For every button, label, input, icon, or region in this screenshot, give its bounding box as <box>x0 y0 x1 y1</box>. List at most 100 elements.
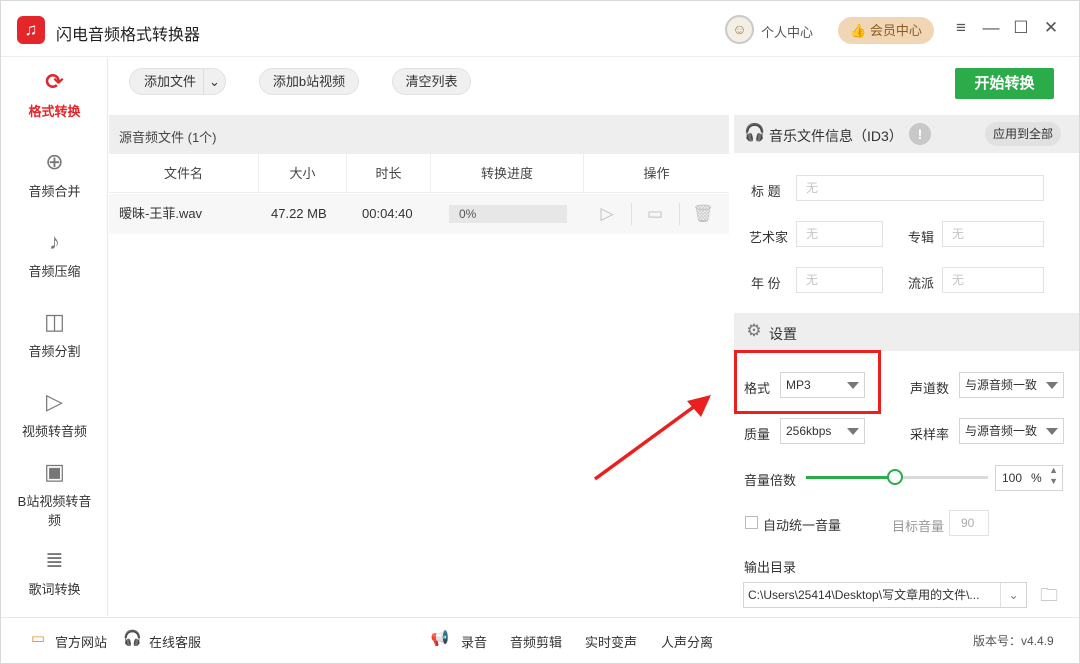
settings-section-header: ⚙ 设置 <box>734 313 1079 351</box>
volume-unit: % <box>1031 471 1042 485</box>
folder-open-icon[interactable]: 🗀 <box>1037 584 1061 606</box>
column-header: 时长 <box>347 154 431 193</box>
album-label: 专辑 <box>908 230 935 245</box>
file-list-title: 源音频文件 (1个) <box>119 130 217 145</box>
id3-section-header: 🎧 音乐文件信息（ID3） ! 应用到全部 <box>734 115 1079 153</box>
folder-icon[interactable]: ▭ <box>644 203 666 225</box>
column-header: 转换进度 <box>431 154 584 193</box>
output-dir-select[interactable]: C:\Users\25414\Desktop\写文章用的文件\... ⌄ <box>743 582 1027 608</box>
file-list-header: 源音频文件 (1个) <box>109 115 729 154</box>
sidebar-item-label: B站视频转音 <box>17 494 92 509</box>
vocal-split-link[interactable]: 人声分离 <box>661 632 713 651</box>
volume-value: 100 <box>1002 471 1023 485</box>
channels-select[interactable]: 与源音频一致 <box>959 372 1064 398</box>
sidebar-item-lyrics-convert[interactable]: ≣ 歌词转换 <box>1 546 108 598</box>
settings-title: 设置 <box>769 326 797 342</box>
sidebar-item-label: 歌词转换 <box>28 582 81 597</box>
quality-value: 256kbps <box>786 424 832 438</box>
auto-volume-label: 自动统一音量 <box>763 518 842 533</box>
title-field[interactable]: 无 <box>796 175 1044 201</box>
trash-icon[interactable]: 🗑 <box>692 203 714 225</box>
samplerate-select[interactable]: 与源音频一致 <box>959 418 1064 444</box>
bilibili-icon: ▣ <box>44 459 65 484</box>
minimize-icon[interactable]: — <box>981 18 1001 38</box>
sidebar-item-audio-split[interactable]: ◫ 音频分割 <box>1 308 108 360</box>
apply-to-all-button[interactable]: 应用到全部 <box>985 122 1061 146</box>
quality-select[interactable]: 256kbps <box>780 418 865 444</box>
record-link[interactable]: 录音 <box>461 632 487 651</box>
add-file-label: 添加文件 <box>144 74 197 89</box>
annotation-arrow-icon <box>593 395 711 481</box>
menu-icon[interactable]: ≡ <box>951 18 971 38</box>
add-file-button[interactable]: 添加文件 ⌄ <box>129 68 226 95</box>
auto-volume-checkbox[interactable] <box>745 516 758 529</box>
sidebar-item-label: 音频合并 <box>28 184 81 199</box>
sidebar-item-bilibili-to-audio[interactable]: ▣ B站视频转音 频 <box>1 458 108 529</box>
close-icon[interactable]: ✕ <box>1041 18 1061 38</box>
column-header: 文件名 <box>109 154 259 193</box>
support-link[interactable]: 在线客服 <box>149 632 201 651</box>
table-row[interactable]: 暧昧-王菲.wav 47.22 MB 00:04:40 0% ▷ ▭ 🗑 <box>109 194 729 234</box>
headset-icon: 🎧 <box>123 630 142 647</box>
volume-stepper[interactable]: 100 % ▲ ▼ <box>995 465 1063 491</box>
realtime-voice-link[interactable]: 实时变声 <box>585 632 637 651</box>
sidebar-item-audio-compress[interactable]: ♪ 音频压缩 <box>1 228 108 280</box>
chevron-down-icon[interactable]: ⌄ <box>203 69 225 94</box>
channels-label: 声道数 <box>910 381 950 396</box>
samplerate-label: 采样率 <box>910 427 950 442</box>
progress-bar: 0% <box>449 205 567 223</box>
artist-field[interactable]: 无 <box>796 221 883 247</box>
title-label: 标 题 <box>751 184 781 199</box>
sidebar-item-video-to-audio[interactable]: ▷ 视频转音频 <box>1 388 108 440</box>
id3-title: 音乐文件信息（ID3） <box>769 128 903 144</box>
play-icon[interactable]: ▷ <box>596 203 618 225</box>
output-dir-value: C:\Users\25414\Desktop\写文章用的文件\... <box>748 588 980 602</box>
divider <box>631 203 632 225</box>
clear-list-button[interactable]: 清空列表 <box>392 68 471 95</box>
year-label: 年 份 <box>751 276 781 291</box>
quality-label: 质量 <box>744 427 771 442</box>
maximize-icon[interactable]: ☐ <box>1011 18 1031 38</box>
vip-center-label: 会员中心 <box>869 23 922 38</box>
sidebar-item-label: 频 <box>47 513 61 528</box>
target-volume-field[interactable]: 90 <box>949 510 989 536</box>
sidebar: ⟳ 格式转换 ⊕ 音频合并 ♪ 音频压缩 ◫ 音频分割 ▷ 视频转音频 ▣ B站… <box>1 58 108 616</box>
user-center-link[interactable]: 个人中心 <box>761 22 813 41</box>
megaphone-icon: 📢 <box>430 630 450 647</box>
audio-edit-link[interactable]: 音频剪辑 <box>510 632 562 651</box>
chevron-down-icon[interactable]: ⌄ <box>1000 583 1026 607</box>
add-bilibili-video-button[interactable]: 添加b站视频 <box>259 68 359 95</box>
genre-field[interactable]: 无 <box>942 267 1044 293</box>
file-size-cell: 47.22 MB <box>271 206 327 221</box>
volume-slider-handle[interactable] <box>887 469 903 485</box>
chevron-down-icon <box>1046 382 1058 389</box>
artist-label: 艺术家 <box>749 230 789 245</box>
album-field[interactable]: 无 <box>942 221 1044 247</box>
sidebar-item-audio-merge[interactable]: ⊕ 音频合并 <box>1 148 108 200</box>
website-link[interactable]: 官方网站 <box>55 632 107 651</box>
lyrics-icon: ≣ <box>45 547 64 572</box>
sidebar-item-label: 音频分割 <box>28 344 81 359</box>
split-icon: ◫ <box>44 309 65 334</box>
volume-slider-fill <box>806 476 895 479</box>
file-duration-cell: 00:04:40 <box>362 206 413 221</box>
table-header: 文件名 大小 时长 转换进度 操作 <box>109 154 729 193</box>
output-dir-label: 输出目录 <box>744 560 797 575</box>
version-text: 版本号：v4.4.9 <box>973 634 1054 648</box>
sidebar-item-format-convert[interactable]: ⟳ 格式转换 <box>1 68 108 120</box>
year-field[interactable]: 无 <box>796 267 883 293</box>
volume-slider[interactable] <box>806 469 988 485</box>
app-title: 闪电音频格式转换器 <box>56 27 201 44</box>
highlight-box <box>734 350 881 414</box>
title-bar: ♫ 闪电音频格式转换器 ☺ 个人中心 👍 会员中心 ≡ — ☐ ✕ <box>1 1 1079 57</box>
column-header: 操作 <box>643 166 670 181</box>
target-volume-label: 目标音量 <box>892 519 945 534</box>
vip-center-button[interactable]: 👍 会员中心 <box>838 17 934 44</box>
sidebar-item-label: 视频转音频 <box>21 424 87 439</box>
info-icon[interactable]: ! <box>909 123 931 145</box>
channels-value: 与源音频一致 <box>965 378 1038 392</box>
stepper-arrows-icon[interactable]: ▲ ▼ <box>1049 465 1058 487</box>
user-avatar-icon[interactable]: ☺ <box>725 15 754 44</box>
footer: ▭ 官方网站 🎧 在线客服 📢 录音 音频剪辑 实时变声 人声分离 版本号：v4… <box>1 617 1079 663</box>
start-convert-button[interactable]: 开始转换 <box>955 68 1054 99</box>
